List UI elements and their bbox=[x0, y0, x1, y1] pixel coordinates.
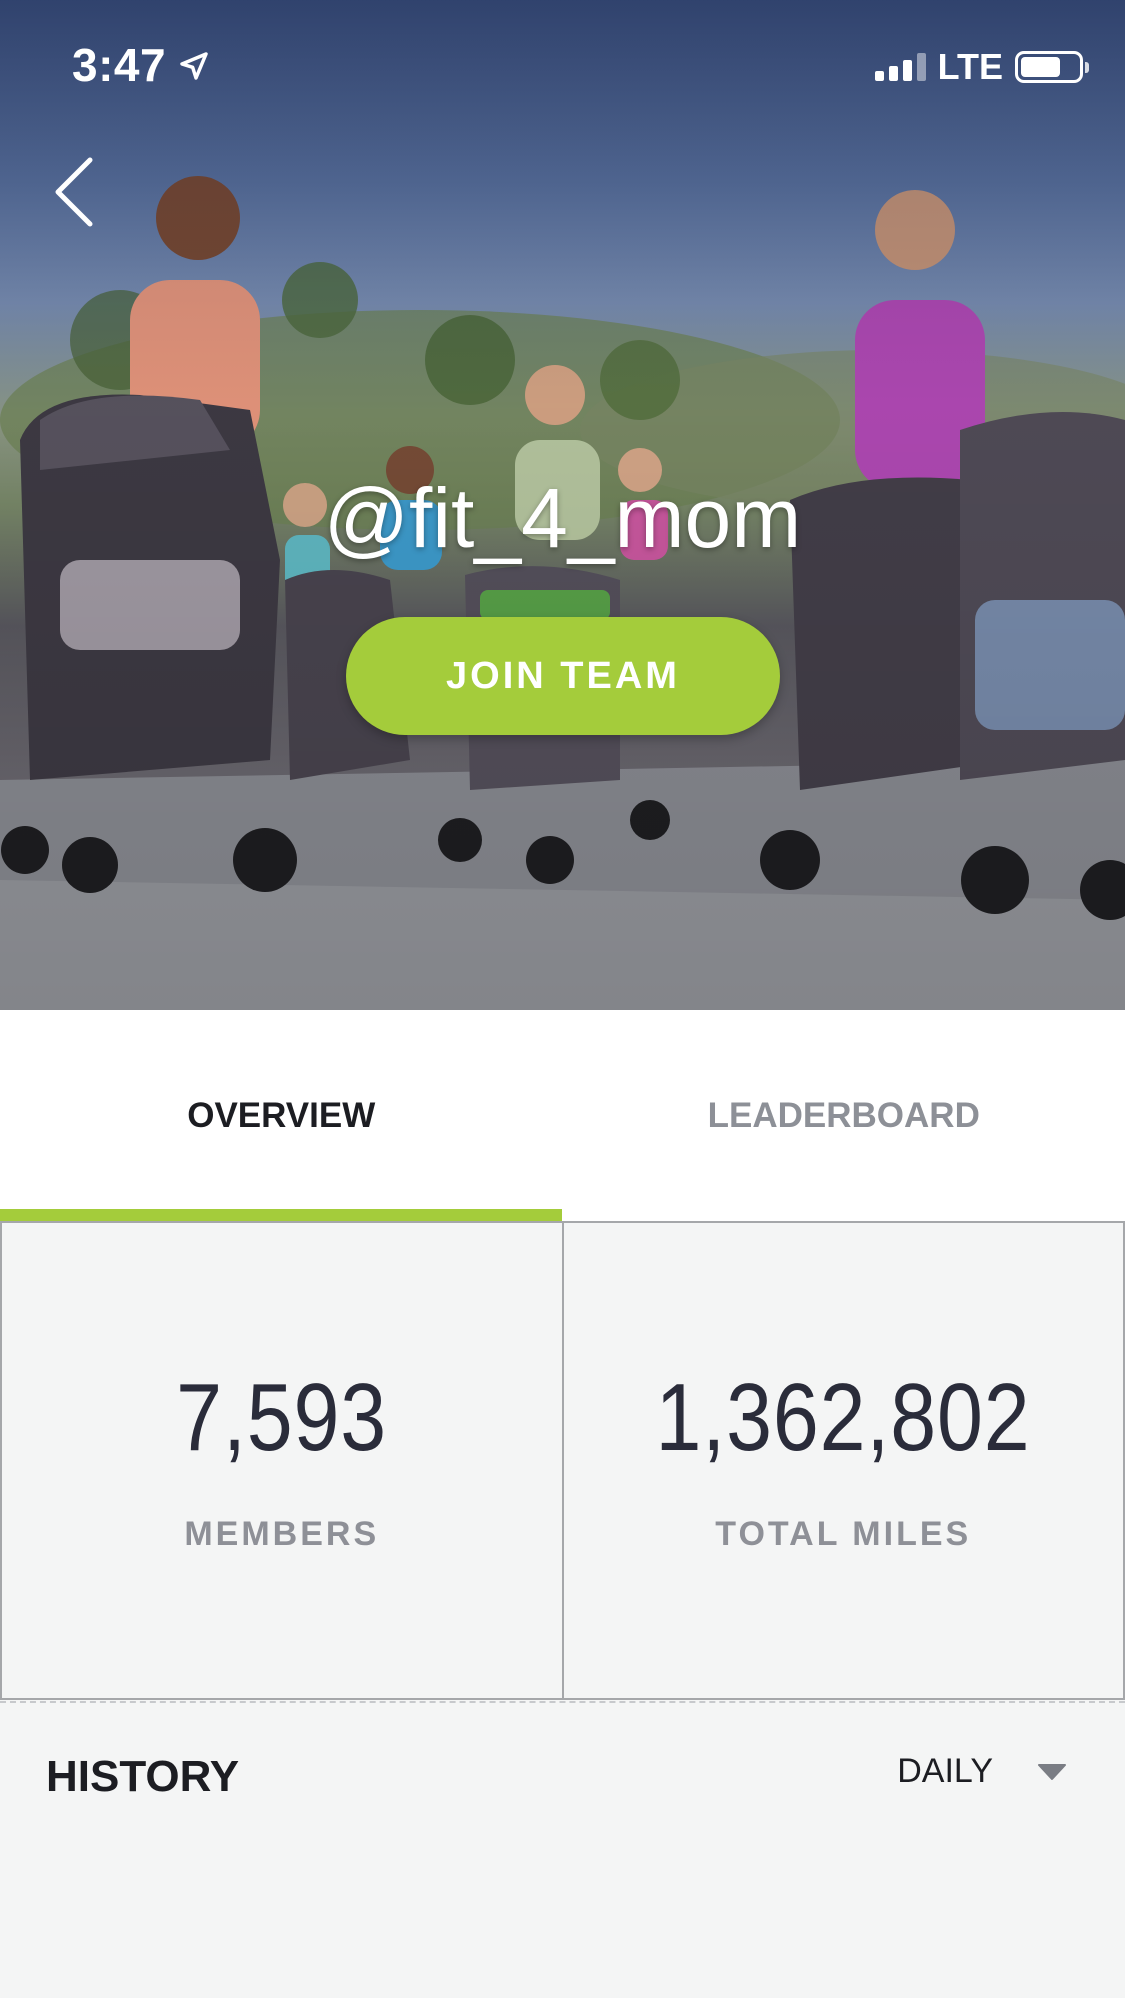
status-indicators: LTE bbox=[874, 46, 1089, 88]
team-screen: 3:47 LTE @fit_4_mom JOIN TEAM OVERVIEW L… bbox=[0, 0, 1125, 1998]
team-handle: @fit_4_mom bbox=[323, 471, 802, 565]
history-title: HISTORY bbox=[46, 1752, 240, 1801]
stat-card-members: 7,593 MEMBERS bbox=[0, 1221, 564, 1700]
location-arrow-icon bbox=[180, 52, 208, 80]
total-miles-label: TOTAL MILES bbox=[715, 1515, 972, 1553]
dropdown-caret-icon bbox=[1038, 1763, 1066, 1780]
active-tab-indicator bbox=[0, 1209, 562, 1221]
hero-banner: 3:47 LTE @fit_4_mom JOIN TEAM bbox=[0, 0, 1125, 1010]
total-miles-count: 1,362,802 bbox=[655, 1364, 1031, 1471]
back-chevron-icon[interactable] bbox=[50, 152, 100, 232]
stat-card-total-miles: 1,362,802 TOTAL MILES bbox=[563, 1221, 1125, 1700]
members-count: 7,593 bbox=[176, 1364, 388, 1471]
network-label: LTE bbox=[937, 46, 1003, 87]
period-dropdown[interactable]: DAILY bbox=[897, 1752, 1067, 1791]
tab-overview[interactable]: OVERVIEW bbox=[0, 1010, 563, 1221]
section-divider bbox=[0, 1701, 1125, 1703]
members-label: MEMBERS bbox=[184, 1515, 380, 1553]
period-label: DAILY bbox=[897, 1752, 993, 1790]
tab-bar: OVERVIEW LEADERBOARD bbox=[0, 1010, 1125, 1221]
tab-leaderboard[interactable]: LEADERBOARD bbox=[563, 1010, 1125, 1221]
stats-grid: 7,593 MEMBERS 1,362,802 TOTAL MILES bbox=[0, 1221, 1125, 1700]
join-team-button[interactable]: JOIN TEAM bbox=[346, 617, 780, 735]
status-time: 3:47 bbox=[72, 39, 167, 91]
signal-icon bbox=[874, 53, 926, 81]
battery-icon bbox=[1015, 51, 1089, 83]
